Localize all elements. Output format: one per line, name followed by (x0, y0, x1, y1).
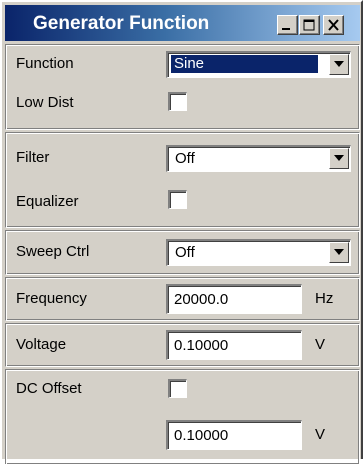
voltage-unit: V (315, 336, 326, 353)
generator-function-window: Generator Function Function Sine Low Dis… (0, 0, 363, 464)
function-value: Sine (170, 54, 319, 74)
equalizer-label: Equalizer (16, 193, 79, 210)
minimize-icon (282, 28, 290, 30)
close-button[interactable] (323, 15, 344, 35)
filter-dropdown-button[interactable] (329, 148, 349, 169)
dc-offset-group: DC Offset 0.10000 V (5, 369, 360, 464)
filter-select[interactable]: Off (166, 145, 351, 172)
sweep-ctrl-dropdown-button[interactable] (329, 242, 349, 263)
sweep-ctrl-label: Sweep Ctrl (16, 243, 90, 260)
sweep-ctrl-select[interactable]: Off (166, 239, 351, 266)
filter-group: Filter Off Equalizer (5, 132, 360, 228)
sweep-ctrl-group: Sweep Ctrl Off (5, 230, 360, 275)
dc-offset-checkbox[interactable] (168, 379, 187, 398)
dc-offset-label: DC Offset (16, 380, 82, 397)
chevron-down-icon (334, 61, 344, 67)
filter-label: Filter (16, 149, 50, 166)
dc-offset-input[interactable]: 0.10000 (166, 420, 302, 450)
chevron-down-icon (334, 155, 344, 161)
chevron-down-icon (334, 249, 344, 255)
frequency-value: 20000.0 (174, 291, 229, 308)
equalizer-checkbox[interactable] (168, 190, 187, 209)
frequency-input[interactable]: 20000.0 (166, 284, 302, 314)
voltage-value: 0.10000 (174, 337, 229, 354)
close-icon (328, 19, 339, 31)
filter-value: Off (175, 150, 195, 167)
window-title: Generator Function (33, 13, 210, 34)
frequency-unit: Hz (315, 290, 334, 307)
dc-offset-unit: V (315, 426, 326, 443)
sweep-ctrl-value: Off (175, 244, 195, 261)
low-dist-label: Low Dist (16, 94, 74, 111)
maximize-button[interactable] (299, 15, 320, 35)
dc-offset-value: 0.10000 (174, 427, 229, 444)
function-select[interactable]: Sine (166, 51, 351, 78)
frequency-label: Frequency (16, 290, 87, 307)
maximize-icon (303, 19, 315, 31)
voltage-group: Voltage 0.10000 V (5, 323, 360, 367)
title-bar[interactable]: Generator Function (5, 5, 360, 41)
voltage-input[interactable]: 0.10000 (166, 330, 302, 360)
frequency-group: Frequency 20000.0 Hz (5, 277, 360, 321)
function-dropdown-button[interactable] (329, 54, 349, 75)
low-dist-checkbox[interactable] (168, 92, 187, 111)
minimize-button[interactable] (277, 15, 298, 35)
function-group: Function Sine Low Dist (5, 44, 360, 130)
function-label: Function (16, 55, 74, 72)
voltage-label: Voltage (16, 336, 67, 353)
